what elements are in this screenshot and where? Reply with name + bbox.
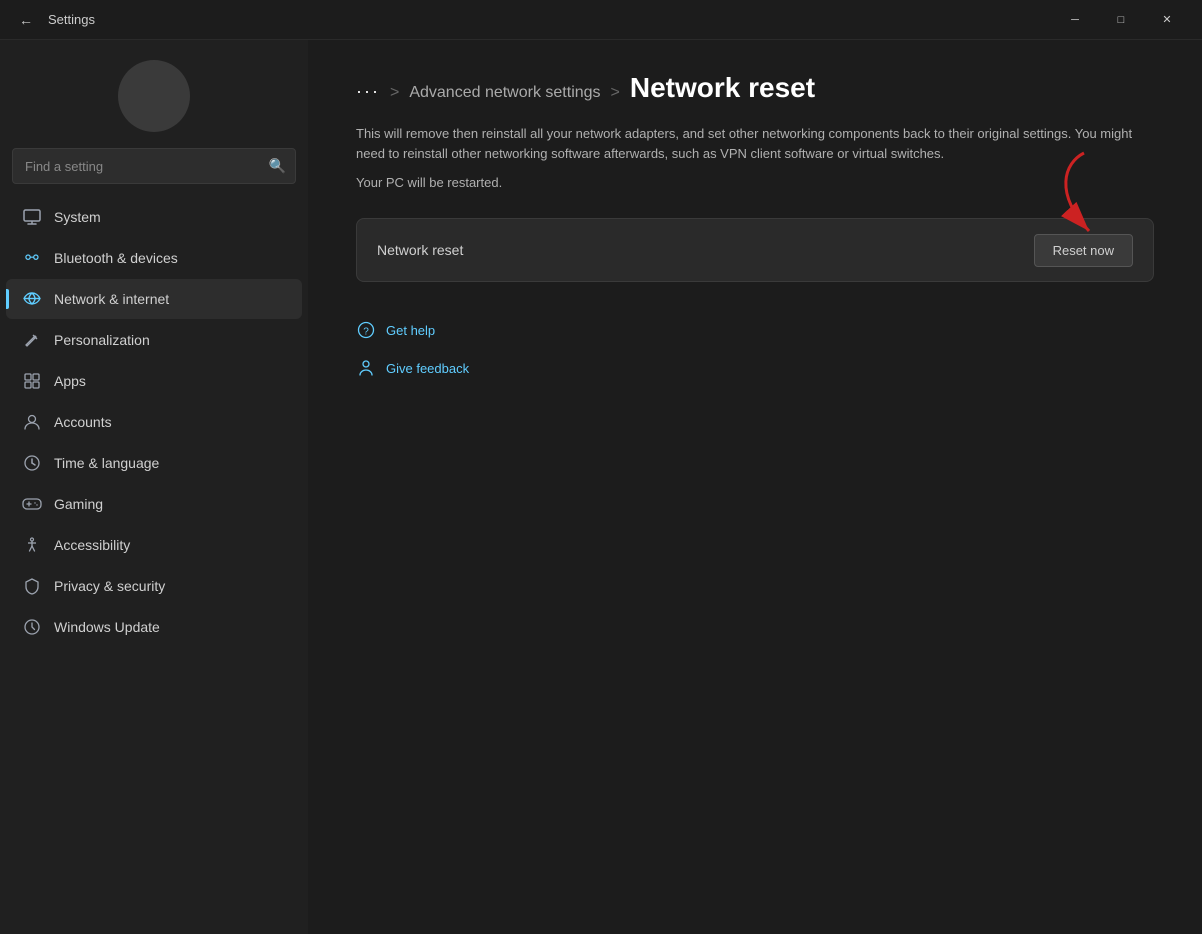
sidebar-item-label: System [54,209,101,225]
apps-icon [22,371,42,391]
network-icon [22,289,42,309]
maximize-button[interactable]: □ [1098,4,1144,36]
search-input[interactable] [12,148,296,184]
breadcrumb-link[interactable]: Advanced network settings [409,84,600,102]
avatar [118,60,190,132]
sidebar-item-system[interactable]: System [6,197,302,237]
system-icon [22,207,42,227]
sidebar-item-label: Apps [54,373,86,389]
sidebar-item-personalization[interactable]: Personalization [6,320,302,360]
breadcrumb-ellipsis: ··· [356,81,380,102]
personalization-icon [22,330,42,350]
sidebar-item-bluetooth[interactable]: ⚯ Bluetooth & devices [6,238,302,278]
gaming-icon [22,494,42,514]
page-title: Network reset [630,72,815,104]
window-title: Settings [48,12,95,27]
titlebar-left: ← Settings [12,6,95,34]
breadcrumb-sep1: > [390,84,399,102]
accounts-icon [22,412,42,432]
titlebar: ← Settings ─ □ ✕ [0,0,1202,40]
give-feedback-link[interactable]: Give feedback [356,352,1154,384]
reset-section: Network reset Reset now [356,218,1154,282]
privacy-icon [22,576,42,596]
sidebar-item-label: Accessibility [54,537,130,553]
windows-update-icon [22,617,42,637]
sidebar-item-label: Personalization [54,332,150,348]
sidebar-item-privacy[interactable]: Privacy & security [6,566,302,606]
sidebar-item-accounts[interactable]: Accounts [6,402,302,442]
give-feedback-label: Give feedback [386,361,469,376]
sidebar-item-accessibility[interactable]: Accessibility [6,525,302,565]
svg-text:?: ? [363,327,369,338]
sidebar-item-windows-update[interactable]: Windows Update [6,607,302,647]
sidebar-item-time[interactable]: Time & language [6,443,302,483]
sidebar-item-apps[interactable]: Apps [6,361,302,401]
breadcrumb: ··· > Advanced network settings > Networ… [356,72,1154,104]
time-icon [22,453,42,473]
sidebar-item-network[interactable]: Network & internet [6,279,302,319]
sidebar-item-label: Bluetooth & devices [54,250,178,266]
restart-note: Your PC will be restarted. [356,175,1154,190]
get-help-icon: ? [356,320,376,340]
description-text: This will remove then reinstall all your… [356,124,1154,163]
sidebar-nav: System ⚯ Bluetooth & devices Network & i… [0,196,308,934]
minimize-button[interactable]: ─ [1052,4,1098,36]
sidebar-item-label: Privacy & security [54,578,165,594]
back-button[interactable]: ← [12,6,40,34]
search-icon: 🔍 [269,158,286,175]
bluetooth-icon: ⚯ [22,248,42,268]
sidebar-item-label: Network & internet [54,291,169,307]
reset-now-button[interactable]: Reset now [1034,234,1133,267]
sidebar: 🔍 System ⚯ Bluetooth & devices [0,40,308,934]
sidebar-item-label: Gaming [54,496,103,512]
network-reset-card: Network reset Reset now [356,218,1154,282]
search-container: 🔍 [12,148,296,184]
window-controls: ─ □ ✕ [1052,4,1190,36]
get-help-label: Get help [386,323,435,338]
accessibility-icon [22,535,42,555]
get-help-link[interactable]: ? Get help [356,314,1154,346]
close-button[interactable]: ✕ [1144,4,1190,36]
sidebar-item-gaming[interactable]: Gaming [6,484,302,524]
main-content: ··· > Advanced network settings > Networ… [308,40,1202,934]
sidebar-item-label: Time & language [54,455,159,471]
sidebar-item-label: Accounts [54,414,112,430]
help-links: ? Get help Give feedback [356,314,1154,384]
app-container: 🔍 System ⚯ Bluetooth & devices [0,40,1202,934]
sidebar-item-label: Windows Update [54,619,160,635]
give-feedback-icon [356,358,376,378]
network-reset-label: Network reset [377,242,463,258]
breadcrumb-sep2: > [611,84,620,102]
